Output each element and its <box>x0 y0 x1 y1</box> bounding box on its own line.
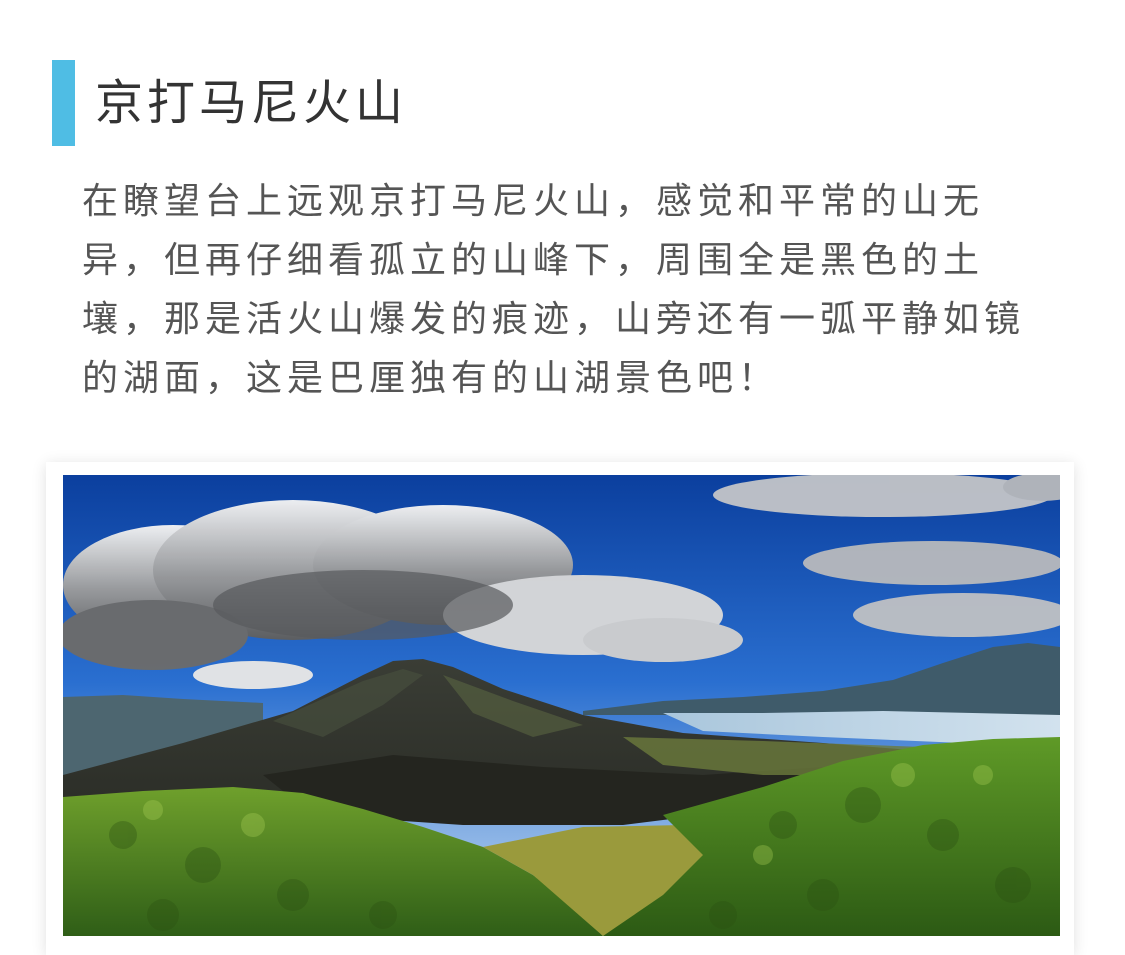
section-title: 京打马尼火山 <box>95 75 408 131</box>
section-paragraph: 在瞭望台上远观京打马尼火山，感觉和平常的山无异，但再仔细看孤立的山峰下，周围全是… <box>82 181 1026 399</box>
volcano-landscape-image <box>63 475 1060 936</box>
accent-bar <box>52 60 75 146</box>
section-header: 京打马尼火山 <box>52 60 407 146</box>
article-page: 京打马尼火山 在瞭望台上远观京打马尼火山，感觉和平常的山无异，但再仔细看孤立的山… <box>0 0 1125 955</box>
volcano-photo <box>63 475 1060 936</box>
